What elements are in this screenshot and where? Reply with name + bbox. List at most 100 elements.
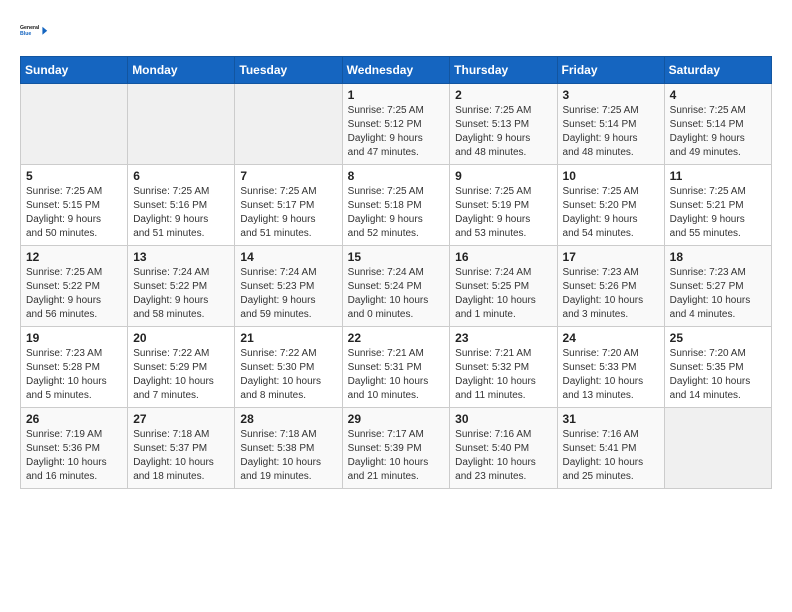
calendar-cell: 16Sunrise: 7:24 AM Sunset: 5:25 PM Dayli…: [450, 246, 557, 327]
day-number: 29: [348, 412, 445, 426]
calendar-cell: 27 Sunrise: 7:18 AM Sunset: 5:37 PM Dayli…: [128, 408, 235, 489]
day-number: 22: [348, 331, 445, 345]
day-info: Sunrise: 7:25 AM Sunset: 5:17 PM Dayligh…: [240, 185, 336, 241]
weekday-header-sunday: Sunday: [21, 57, 128, 84]
weekday-header-friday: Friday: [557, 57, 664, 84]
day-number: 25: [670, 331, 766, 345]
day-number: 5: [26, 169, 122, 183]
calendar-cell: [128, 84, 235, 165]
day-info: Sunrise: 7:19 AM Sunset: 5:36 PM Dayligh…: [26, 428, 122, 484]
calendar-cell: 6 Sunrise: 7:25 AM Sunset: 5:16 PM Daylig…: [128, 165, 235, 246]
day-info: Sunrise: 7:24 AM Sunset: 5:22 PM Dayligh…: [133, 266, 229, 322]
calendar-week-row: 19 Sunrise: 7:23 AM Sunset: 5:28 PM Dayli…: [21, 327, 772, 408]
day-number: 11: [670, 169, 766, 183]
calendar-week-row: 12Sunrise: 7:25 AM Sunset: 5:22 PM Dayli…: [21, 246, 772, 327]
day-info: Sunrise: 7:25 AM Sunset: 5:18 PM Dayligh…: [348, 185, 445, 241]
day-info: Sunrise: 7:25 AM Sunset: 5:21 PM Dayligh…: [670, 185, 766, 241]
day-info: Sunrise: 7:21 AM Sunset: 5:32 PM Dayligh…: [455, 347, 551, 403]
day-number: 2: [455, 88, 551, 102]
calendar-cell: 1 Sunrise: 7:25 AM Sunset: 5:12 PM Daylig…: [342, 84, 450, 165]
calendar-week-row: 1 Sunrise: 7:25 AM Sunset: 5:12 PM Daylig…: [21, 84, 772, 165]
calendar-cell: [21, 84, 128, 165]
calendar-cell: 9 Sunrise: 7:25 AM Sunset: 5:19 PM Daylig…: [450, 165, 557, 246]
weekday-header-thursday: Thursday: [450, 57, 557, 84]
day-info: Sunrise: 7:17 AM Sunset: 5:39 PM Dayligh…: [348, 428, 445, 484]
calendar-cell: 22 Sunrise: 7:21 AM Sunset: 5:31 PM Dayli…: [342, 327, 450, 408]
calendar-cell: 29 Sunrise: 7:17 AM Sunset: 5:39 PM Dayli…: [342, 408, 450, 489]
day-info: Sunrise: 7:22 AM Sunset: 5:29 PM Dayligh…: [133, 347, 229, 403]
calendar-cell: 2 Sunrise: 7:25 AM Sunset: 5:13 PM Daylig…: [450, 84, 557, 165]
day-info: Sunrise: 7:24 AM Sunset: 5:24 PM Dayligh…: [348, 266, 445, 322]
calendar-week-row: 5 Sunrise: 7:25 AM Sunset: 5:15 PM Daylig…: [21, 165, 772, 246]
day-number: 1: [348, 88, 445, 102]
calendar-cell: 26 Sunrise: 7:19 AM Sunset: 5:36 PM Dayli…: [21, 408, 128, 489]
calendar-cell: 5 Sunrise: 7:25 AM Sunset: 5:15 PM Daylig…: [21, 165, 128, 246]
day-number: 16: [455, 250, 551, 264]
calendar-cell: 31 Sunrise: 7:16 AM Sunset: 5:41 PM Dayli…: [557, 408, 664, 489]
svg-text:General: General: [20, 25, 40, 31]
calendar-cell: 19 Sunrise: 7:23 AM Sunset: 5:28 PM Dayli…: [21, 327, 128, 408]
day-info: Sunrise: 7:23 AM Sunset: 5:27 PM Dayligh…: [670, 266, 766, 322]
calendar-cell: 25 Sunrise: 7:20 AM Sunset: 5:35 PM Dayli…: [664, 327, 771, 408]
calendar-cell: 8 Sunrise: 7:25 AM Sunset: 5:18 PM Daylig…: [342, 165, 450, 246]
calendar-cell: 15 Sunrise: 7:24 AM Sunset: 5:24 PM Dayli…: [342, 246, 450, 327]
calendar-cell: [235, 84, 342, 165]
day-number: 9: [455, 169, 551, 183]
day-number: 31: [563, 412, 659, 426]
weekday-header-wednesday: Wednesday: [342, 57, 450, 84]
day-number: 28: [240, 412, 336, 426]
calendar-week-row: 26 Sunrise: 7:19 AM Sunset: 5:36 PM Dayli…: [21, 408, 772, 489]
day-number: 7: [240, 169, 336, 183]
calendar-cell: 4 Sunrise: 7:25 AM Sunset: 5:14 PM Daylig…: [664, 84, 771, 165]
day-info: Sunrise: 7:21 AM Sunset: 5:31 PM Dayligh…: [348, 347, 445, 403]
day-number: 17: [563, 250, 659, 264]
calendar-cell: 20 Sunrise: 7:22 AM Sunset: 5:29 PM Dayli…: [128, 327, 235, 408]
calendar-cell: 30 Sunrise: 7:16 AM Sunset: 5:40 PM Dayli…: [450, 408, 557, 489]
logo: GeneralBlue: [20, 16, 52, 44]
weekday-header-tuesday: Tuesday: [235, 57, 342, 84]
day-number: 14: [240, 250, 336, 264]
day-info: Sunrise: 7:24 AM Sunset: 5:23 PM Dayligh…: [240, 266, 336, 322]
day-number: 20: [133, 331, 229, 345]
calendar-cell: 28 Sunrise: 7:18 AM Sunset: 5:38 PM Dayli…: [235, 408, 342, 489]
calendar-cell: 11 Sunrise: 7:25 AM Sunset: 5:21 PM Dayli…: [664, 165, 771, 246]
calendar-cell: 7 Sunrise: 7:25 AM Sunset: 5:17 PM Daylig…: [235, 165, 342, 246]
day-number: 26: [26, 412, 122, 426]
day-info: Sunrise: 7:25 AM Sunset: 5:20 PM Dayligh…: [563, 185, 659, 241]
day-info: Sunrise: 7:25 AM Sunset: 5:16 PM Dayligh…: [133, 185, 229, 241]
calendar-cell: 18Sunrise: 7:23 AM Sunset: 5:27 PM Dayli…: [664, 246, 771, 327]
day-info: Sunrise: 7:18 AM Sunset: 5:38 PM Dayligh…: [240, 428, 336, 484]
day-number: 30: [455, 412, 551, 426]
day-info: Sunrise: 7:25 AM Sunset: 5:14 PM Dayligh…: [670, 104, 766, 160]
weekday-header-saturday: Saturday: [664, 57, 771, 84]
calendar-cell: 23 Sunrise: 7:21 AM Sunset: 5:32 PM Dayli…: [450, 327, 557, 408]
weekday-header-row: SundayMondayTuesdayWednesdayThursdayFrid…: [21, 57, 772, 84]
day-number: 23: [455, 331, 551, 345]
calendar-cell: [664, 408, 771, 489]
day-number: 4: [670, 88, 766, 102]
day-info: Sunrise: 7:23 AM Sunset: 5:26 PM Dayligh…: [563, 266, 659, 322]
day-number: 15: [348, 250, 445, 264]
day-info: Sunrise: 7:16 AM Sunset: 5:40 PM Dayligh…: [455, 428, 551, 484]
day-info: Sunrise: 7:18 AM Sunset: 5:37 PM Dayligh…: [133, 428, 229, 484]
day-info: Sunrise: 7:25 AM Sunset: 5:12 PM Dayligh…: [348, 104, 445, 160]
day-info: Sunrise: 7:20 AM Sunset: 5:35 PM Dayligh…: [670, 347, 766, 403]
day-info: Sunrise: 7:16 AM Sunset: 5:41 PM Dayligh…: [563, 428, 659, 484]
calendar-table: SundayMondayTuesdayWednesdayThursdayFrid…: [20, 56, 772, 489]
calendar-cell: 12Sunrise: 7:25 AM Sunset: 5:22 PM Dayli…: [21, 246, 128, 327]
day-info: Sunrise: 7:22 AM Sunset: 5:30 PM Dayligh…: [240, 347, 336, 403]
day-info: Sunrise: 7:23 AM Sunset: 5:28 PM Dayligh…: [26, 347, 122, 403]
day-number: 8: [348, 169, 445, 183]
day-info: Sunrise: 7:25 AM Sunset: 5:15 PM Dayligh…: [26, 185, 122, 241]
svg-text:Blue: Blue: [20, 31, 31, 37]
day-number: 3: [563, 88, 659, 102]
day-number: 27: [133, 412, 229, 426]
day-info: Sunrise: 7:25 AM Sunset: 5:13 PM Dayligh…: [455, 104, 551, 160]
day-info: Sunrise: 7:25 AM Sunset: 5:19 PM Dayligh…: [455, 185, 551, 241]
day-number: 19: [26, 331, 122, 345]
day-info: Sunrise: 7:25 AM Sunset: 5:14 PM Dayligh…: [563, 104, 659, 160]
calendar-cell: 14 Sunrise: 7:24 AM Sunset: 5:23 PM Dayli…: [235, 246, 342, 327]
calendar-cell: 17 Sunrise: 7:23 AM Sunset: 5:26 PM Dayli…: [557, 246, 664, 327]
day-number: 6: [133, 169, 229, 183]
day-info: Sunrise: 7:25 AM Sunset: 5:22 PM Dayligh…: [26, 266, 122, 322]
